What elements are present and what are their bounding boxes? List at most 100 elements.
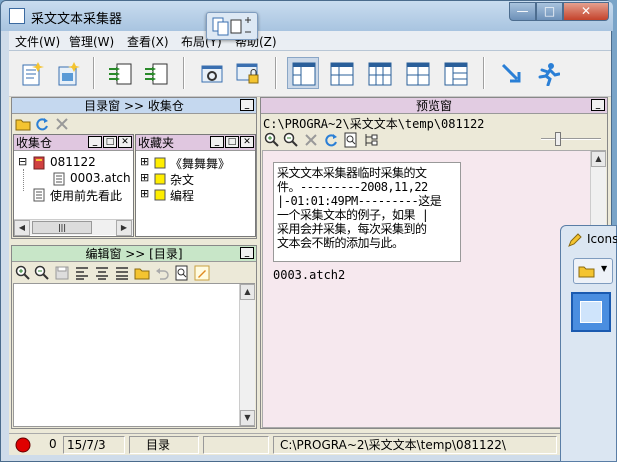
toolbar-separator bbox=[93, 57, 95, 89]
find-icon[interactable] bbox=[343, 132, 359, 148]
align-center-icon[interactable] bbox=[94, 265, 110, 281]
menu-view[interactable]: 查看(X) bbox=[127, 33, 169, 50]
export-button[interactable] bbox=[139, 57, 171, 89]
layout-3-button[interactable] bbox=[363, 57, 395, 89]
layout-1-icon bbox=[292, 62, 316, 86]
scroll-thumb[interactable]: ||| bbox=[32, 221, 92, 234]
tree-toggle[interactable]: ⊞ bbox=[140, 171, 149, 184]
tree-structure-icon[interactable] bbox=[363, 132, 379, 148]
layout-4-button[interactable] bbox=[401, 57, 433, 89]
collect-horizontal-scrollbar[interactable]: ◀ ||| ▶ bbox=[14, 219, 133, 236]
zoom-out-icon[interactable] bbox=[283, 132, 299, 148]
preview-panel-minimize[interactable]: _ bbox=[591, 99, 605, 111]
chevron-down-icon: ▼ bbox=[601, 264, 608, 273]
settings-button[interactable] bbox=[195, 57, 227, 89]
tree-toggle[interactable]: ⊟ bbox=[18, 155, 27, 168]
directory-panel-minimize[interactable]: _ bbox=[240, 99, 254, 111]
favorite-item[interactable]: ⊞ 杂文 bbox=[138, 171, 256, 187]
find-icon[interactable] bbox=[174, 265, 190, 281]
delete-icon[interactable] bbox=[303, 132, 319, 148]
collect-panel-maximize[interactable]: □ bbox=[103, 136, 117, 148]
layout-5-button[interactable] bbox=[439, 57, 471, 89]
directory-panel-title: 目录窗 >> 收集仓 bbox=[12, 98, 256, 114]
preview-text-box[interactable]: 采文文本采集器临时采集的文 件。---------2008,11,22 |-01… bbox=[273, 162, 461, 262]
run-button[interactable] bbox=[531, 57, 563, 89]
edit-note-icon[interactable] bbox=[194, 265, 210, 281]
open-dropdown-button[interactable]: ▼ bbox=[573, 258, 613, 284]
open-folder-icon[interactable] bbox=[15, 116, 31, 132]
record-status[interactable]: 0 bbox=[13, 436, 59, 454]
scroll-right-arrow[interactable]: ▶ bbox=[116, 220, 132, 236]
minimize-button[interactable]: — bbox=[509, 2, 536, 21]
menu-file[interactable]: 文件(W) bbox=[15, 33, 60, 50]
status-path: C:\PROGRA~2\采文文本\temp\081122\ bbox=[273, 436, 557, 454]
import-button[interactable] bbox=[103, 57, 135, 89]
scroll-left-arrow[interactable]: ◀ bbox=[14, 220, 30, 236]
layout-5-icon bbox=[444, 62, 468, 86]
document-icon bbox=[33, 188, 45, 202]
maximize-button[interactable]: □ bbox=[536, 2, 563, 21]
zoom-in-icon[interactable] bbox=[264, 132, 280, 148]
new-collect-button[interactable] bbox=[15, 57, 47, 89]
tree-toggle[interactable]: ⊞ bbox=[140, 187, 149, 200]
lock-window-icon bbox=[236, 63, 259, 84]
scroll-up-arrow[interactable]: ▲ bbox=[240, 284, 255, 300]
import-icon bbox=[109, 63, 132, 85]
toolbar-separator bbox=[275, 57, 277, 89]
layout-2-button[interactable] bbox=[325, 57, 357, 89]
collect-panel-close[interactable]: ✕ bbox=[118, 136, 132, 148]
open-folder-icon bbox=[578, 266, 595, 278]
open-folder-button[interactable] bbox=[51, 57, 83, 89]
align-left-icon[interactable] bbox=[74, 265, 90, 281]
tree-toggle[interactable]: ⊞ bbox=[140, 155, 149, 168]
edit-panel-title: 编辑窗 >> [目录] bbox=[12, 246, 256, 262]
favorite-item[interactable]: ⊞ 《舞舞舞》 bbox=[138, 155, 256, 171]
layout-1-button[interactable] bbox=[287, 57, 319, 89]
refresh-icon[interactable] bbox=[34, 116, 50, 132]
minimize-to-tray-button[interactable] bbox=[495, 57, 527, 89]
icons-window[interactable]: Icons ▼ bbox=[560, 225, 617, 462]
lock-window-button[interactable] bbox=[231, 57, 263, 89]
zoom-in-icon[interactable] bbox=[15, 265, 31, 281]
export-icon bbox=[145, 63, 168, 85]
open-folder-icon bbox=[58, 62, 80, 86]
edit-panel-minimize[interactable]: _ bbox=[240, 247, 254, 259]
layout-2-icon bbox=[330, 62, 354, 86]
title-bar[interactable]: 采文文本采集器 — □ ✕ bbox=[1, 1, 613, 31]
preview-panel-title: 预览窗 bbox=[261, 98, 607, 114]
tree-label: 081122 bbox=[50, 155, 96, 169]
menu-manage[interactable]: 管理(W) bbox=[69, 33, 114, 50]
tree-node-readme[interactable]: 使用前先看此 bbox=[16, 187, 134, 203]
icon-preview[interactable] bbox=[571, 292, 611, 332]
edit-textarea[interactable] bbox=[13, 283, 255, 427]
tree-node-081122[interactable]: ⊟ 081122 bbox=[16, 155, 134, 171]
favorites-panel-maximize[interactable]: □ bbox=[225, 136, 239, 148]
tree-node-0003[interactable]: 0003.atch bbox=[16, 171, 134, 187]
collect-panel-minimize[interactable]: _ bbox=[88, 136, 102, 148]
zoom-out-icon[interactable] bbox=[34, 265, 50, 281]
favorite-label: 编程 bbox=[170, 189, 195, 203]
scroll-down-arrow[interactable]: ▼ bbox=[240, 410, 255, 426]
delete-icon[interactable] bbox=[54, 116, 70, 132]
justify-icon[interactable] bbox=[114, 265, 130, 281]
slider-thumb[interactable] bbox=[555, 132, 561, 146]
open-folder-icon[interactable] bbox=[134, 265, 150, 281]
close-button[interactable]: ✕ bbox=[563, 2, 609, 21]
zoom-slider[interactable] bbox=[539, 132, 603, 146]
copy-paste-icon bbox=[212, 17, 251, 36]
scroll-up-arrow[interactable]: ▲ bbox=[591, 151, 606, 167]
refresh-icon[interactable] bbox=[323, 132, 339, 148]
layout-3-icon bbox=[368, 62, 392, 86]
directory-toolbar bbox=[14, 115, 256, 133]
edit-vertical-scrollbar[interactable]: ▲ ▼ bbox=[239, 284, 255, 426]
save-icon[interactable] bbox=[54, 265, 70, 281]
favorites-panel-close[interactable]: ✕ bbox=[240, 136, 254, 148]
undo-icon[interactable] bbox=[154, 265, 170, 281]
favorite-item[interactable]: ⊞ 编程 bbox=[138, 187, 256, 203]
favorites-panel-minimize[interactable]: _ bbox=[210, 136, 224, 148]
edit-toolbar bbox=[14, 264, 254, 282]
preview-area: 采文文本采集器临时采集的文 件。---------2008,11,22 |-01… bbox=[262, 150, 606, 428]
status-mode: 目录 bbox=[129, 436, 199, 454]
floating-copy-button[interactable] bbox=[206, 12, 258, 40]
folder-icon bbox=[154, 189, 166, 201]
